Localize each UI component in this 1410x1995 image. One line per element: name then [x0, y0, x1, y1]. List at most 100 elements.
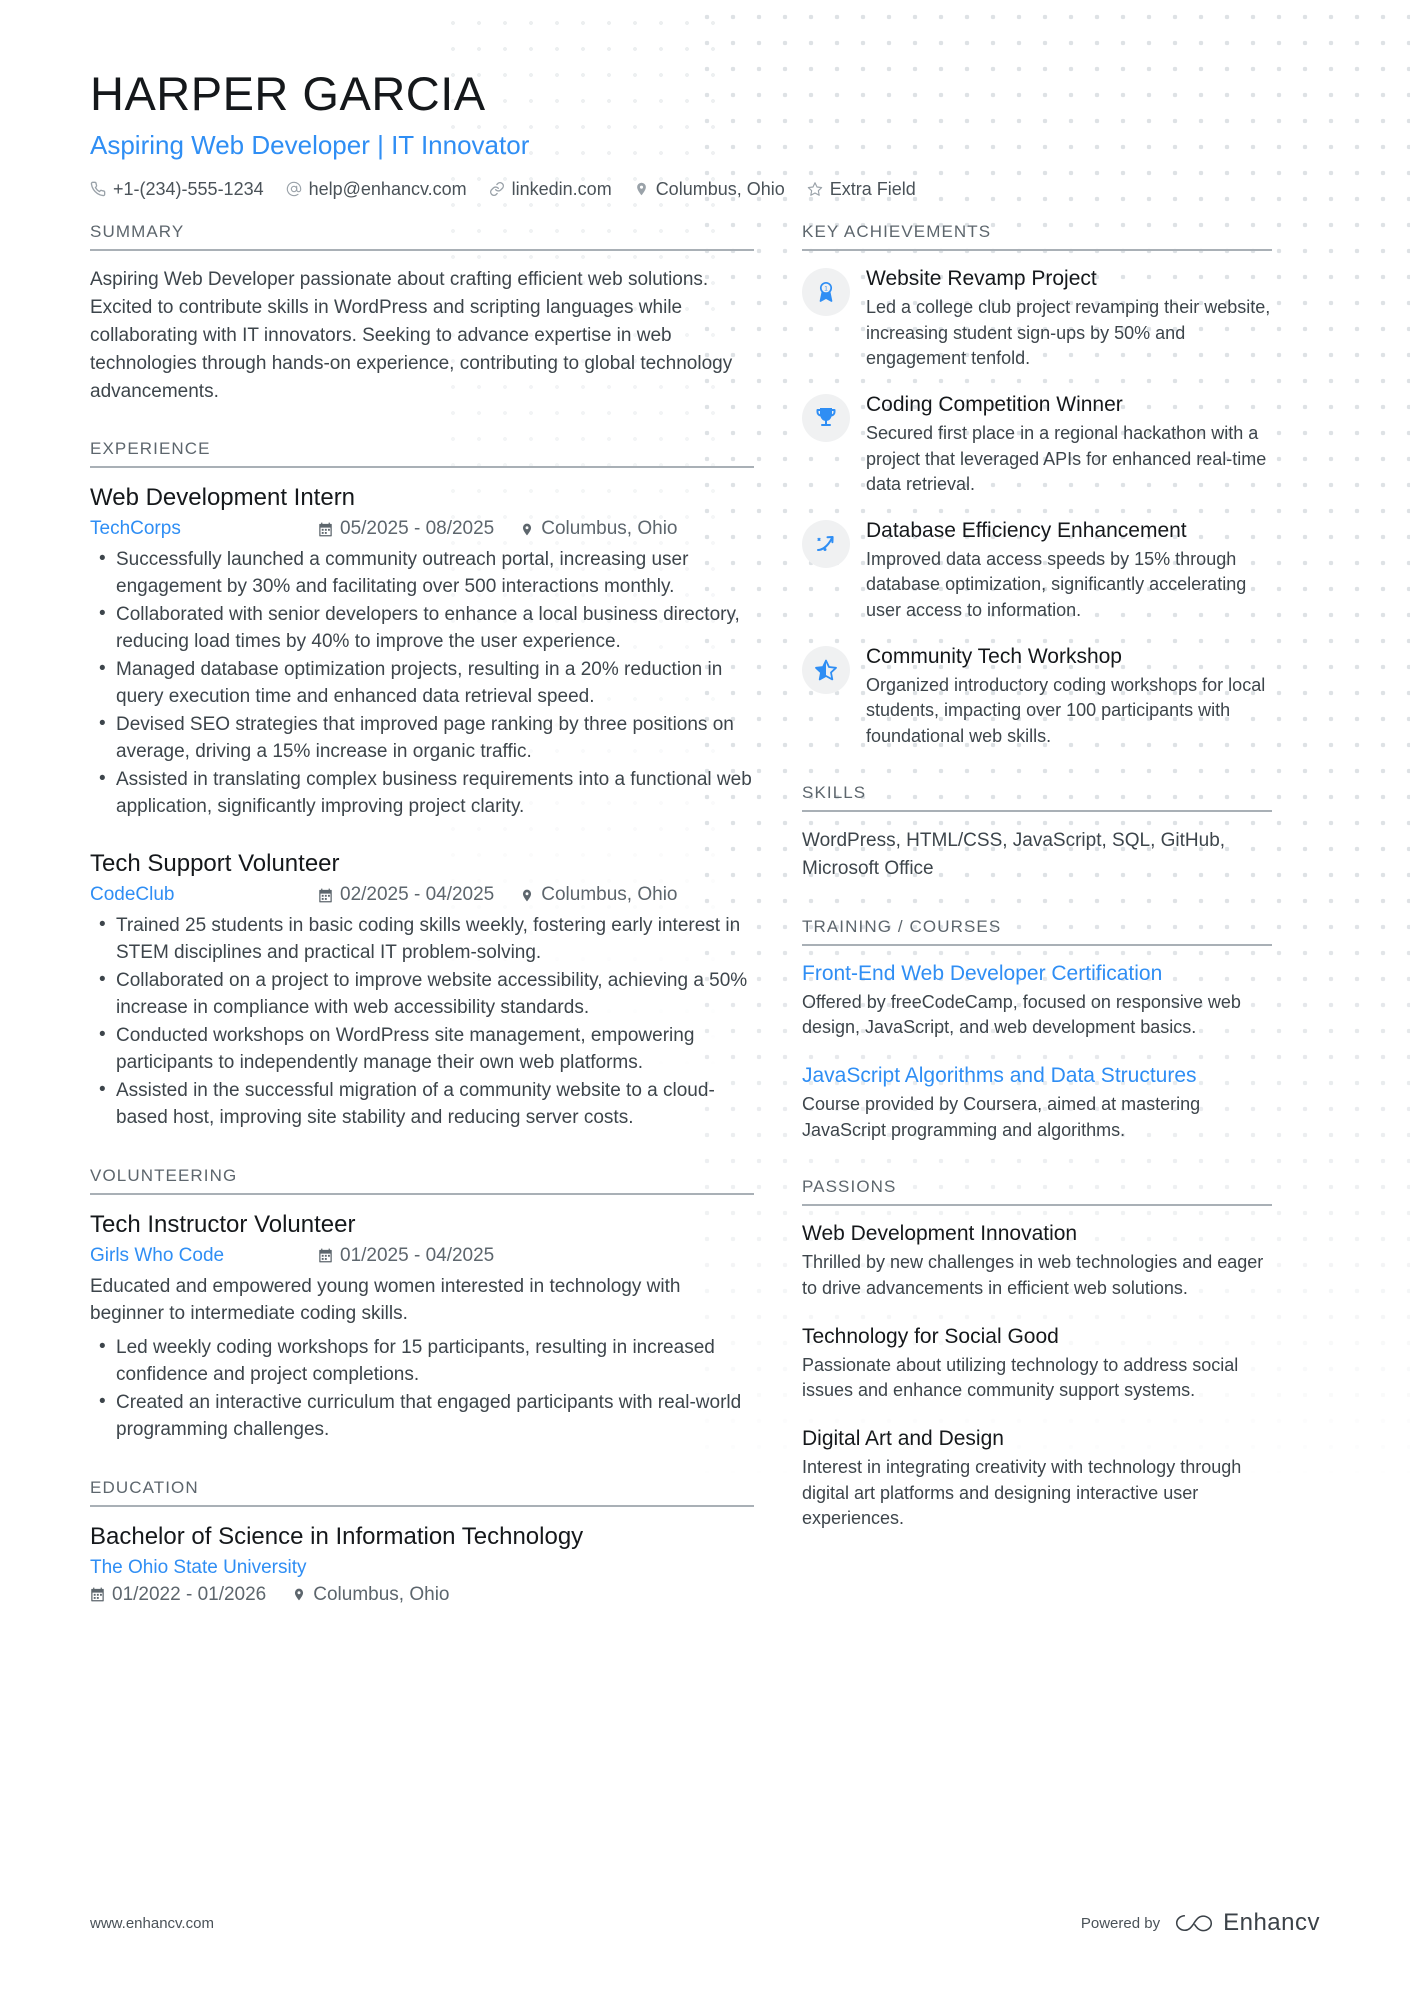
resume-content: HARPER GARCIA Aspiring Web Developer | I… [0, 0, 1410, 1606]
experience-entry: Web Development Intern TechCorps 05/2025… [90, 483, 754, 821]
bullet-item: Assisted in the successful migration of … [99, 1077, 754, 1132]
achievement-content: Coding Competition Winner Secured first … [866, 392, 1272, 498]
enhancv-mark-icon [1176, 1914, 1213, 1932]
training-text: Offered by freeCodeCamp, focused on resp… [802, 991, 1241, 1038]
achievement-item: Community Tech Workshop Organized introd… [802, 644, 1272, 750]
phone-icon [90, 181, 106, 197]
achievement-title: Database Efficiency Enhancement [866, 518, 1187, 542]
volunteering-body: Tech Instructor Volunteer Girls Who Code… [90, 1210, 754, 1444]
job-location-text: Columbus, Ohio [541, 518, 678, 540]
experience-body: Web Development Intern TechCorps 05/2025… [90, 483, 754, 1131]
contact-email[interactable]: help@enhancv.com [286, 179, 467, 200]
job-role: Tech Support Volunteer [90, 850, 340, 878]
job-company[interactable]: CodeClub [90, 884, 318, 906]
section-experience: EXPERIENCE Web Development Intern TechCo… [90, 439, 754, 1131]
job-meta: CodeClub 02/2025 - 04/2025 Columbus, Ohi… [90, 884, 754, 906]
section-education: EDUCATION Bachelor of Science in Informa… [90, 1478, 754, 1606]
contact-location[interactable]: Columbus, Ohio [634, 179, 785, 200]
trophy-icon [802, 393, 850, 442]
job-role: Web Development Intern [90, 484, 356, 512]
job-company[interactable]: TechCorps [90, 518, 318, 540]
passion-text: Thrilled by new challenges in web techno… [802, 1252, 1264, 1299]
bullet-item: Trained 25 students in basic coding skil… [99, 912, 754, 967]
section-title-experience: EXPERIENCE [90, 439, 754, 469]
enhancv-wordmark: Enhancv [1223, 1909, 1320, 1936]
section-title-education: EDUCATION [90, 1478, 754, 1507]
contact-location-text: Columbus, Ohio [655, 178, 785, 199]
footer-branding: Powered by Enhancv [1081, 1909, 1320, 1937]
contact-link-text: linkedin.com [511, 178, 612, 199]
skills-body: WordPress, HTML/CSS, JavaScript, SQL, Gi… [802, 827, 1272, 882]
education-dates: 01/2022 - 01/2026 [90, 1584, 266, 1606]
job-dates: 05/2025 - 08/2025 [318, 518, 494, 540]
link-icon [489, 181, 505, 197]
achievement-content: Database Efficiency Enhancement Improved… [866, 518, 1272, 624]
half-star-icon [802, 645, 850, 694]
job-bullets: Trained 25 students in basic coding skil… [90, 912, 754, 1132]
contact-phone[interactable]: +1-(234)-555-1234 [90, 179, 264, 200]
section-title-volunteering: VOLUNTEERING [90, 1166, 754, 1195]
skills-list: WordPress, HTML/CSS, JavaScript, SQL, Gi… [802, 830, 1226, 879]
bullet-item: Led weekly coding workshops for 15 parti… [99, 1334, 754, 1389]
candidate-headline: Aspiring Web Developer | IT Innovator [90, 129, 530, 160]
training-item: Front-End Web Developer Certification Of… [802, 961, 1272, 1041]
bullet-item: Conducted workshops on WordPress site ma… [99, 1022, 754, 1077]
resume-page: HARPER GARCIA Aspiring Web Developer | I… [0, 0, 1410, 1995]
summary-text: Aspiring Web Developer passionate about … [90, 268, 733, 402]
contact-extra-field-text: Extra Field [829, 178, 916, 199]
training-item: JavaScript Algorithms and Data Structure… [802, 1063, 1272, 1143]
passion-name: Technology for Social Good [802, 1324, 1059, 1348]
volunteer-bullets: Led weekly coding workshops for 15 parti… [90, 1334, 754, 1444]
volunteering-entry: Tech Instructor Volunteer Girls Who Code… [90, 1210, 754, 1444]
training-body: Front-End Web Developer Certification Of… [802, 961, 1272, 1144]
job-dates: 02/2025 - 04/2025 [318, 884, 494, 906]
section-title-passions: PASSIONS [802, 1177, 1272, 1207]
passion-item: Web Development Innovation Thrilled by n… [802, 1221, 1272, 1301]
job-location-text: Columbus, Ohio [541, 884, 678, 906]
left-column: SUMMARY Aspiring Web Developer passionat… [90, 222, 802, 1606]
svg-text:1: 1 [824, 285, 828, 292]
passion-name: Digital Art and Design [802, 1426, 1004, 1450]
volunteer-role: Tech Instructor Volunteer [90, 1210, 356, 1238]
right-column: KEY ACHIEVEMENTS 1 Website Revamp Projec… [802, 222, 1272, 1532]
section-title-summary: SUMMARY [90, 222, 754, 251]
experience-entry: Tech Support Volunteer CodeClub 02/2025 … [90, 849, 754, 1132]
location-pin-icon [292, 1587, 306, 1602]
education-location-text: Columbus, Ohio [313, 1583, 450, 1605]
passions-body: Web Development Innovation Thrilled by n… [802, 1221, 1272, 1532]
enhancv-logo: Enhancv [1174, 1909, 1320, 1937]
resume-body: SUMMARY Aspiring Web Developer passionat… [90, 222, 1320, 1606]
section-title-training-courses: TRAINING / COURSES [802, 917, 1272, 946]
contact-link[interactable]: linkedin.com [489, 179, 612, 200]
bullet-item: Assisted in translating complex business… [99, 766, 754, 821]
contact-extra-field[interactable]: Extra Field [807, 179, 916, 200]
training-name[interactable]: JavaScript Algorithms and Data Structure… [802, 1063, 1272, 1089]
degree-name: Bachelor of Science in Information Techn… [90, 1522, 584, 1550]
education-location: Columbus, Ohio [292, 1584, 449, 1606]
achievement-text: Led a college club project revamping the… [866, 297, 1271, 369]
location-pin-icon [520, 888, 534, 903]
contact-phone-text: +1-(234)-555-1234 [113, 178, 264, 199]
training-name[interactable]: Front-End Web Developer Certification [802, 961, 1272, 987]
volunteer-meta: Girls Who Code 01/2025 - 04/2025 [90, 1245, 754, 1267]
powered-by-label: Powered by [1080, 1914, 1161, 1932]
contact-row: +1-(234)-555-1234 help@enhancv.com linke… [90, 179, 1320, 200]
trending-up-arrow-icon [802, 519, 850, 568]
section-training-courses: TRAINING / COURSES Front-End Web Develop… [802, 917, 1272, 1144]
calendar-icon [318, 522, 333, 537]
section-volunteering: VOLUNTEERING Tech Instructor Volunteer G… [90, 1166, 754, 1444]
footer-website-url[interactable]: www.enhancv.com [90, 1915, 214, 1932]
passion-text: Passionate about utilizing technology to… [802, 1354, 1239, 1401]
calendar-icon [318, 1248, 333, 1263]
achievement-title: Community Tech Workshop [866, 644, 1122, 668]
volunteer-org[interactable]: Girls Who Code [90, 1245, 318, 1267]
school-name[interactable]: The Ohio State University [90, 1557, 306, 1578]
job-meta: TechCorps 05/2025 - 08/2025 Columbus, Oh… [90, 518, 754, 540]
section-summary: SUMMARY Aspiring Web Developer passionat… [90, 222, 754, 406]
bullet-item: Managed database optimization projects, … [99, 656, 754, 711]
email-icon [286, 181, 302, 197]
education-dates-text: 01/2022 - 01/2026 [112, 1583, 267, 1605]
resume-header: HARPER GARCIA Aspiring Web Developer | I… [90, 0, 1320, 200]
bullet-item: Created an interactive curriculum that e… [99, 1389, 754, 1444]
job-location: Columbus, Ohio [520, 884, 677, 906]
